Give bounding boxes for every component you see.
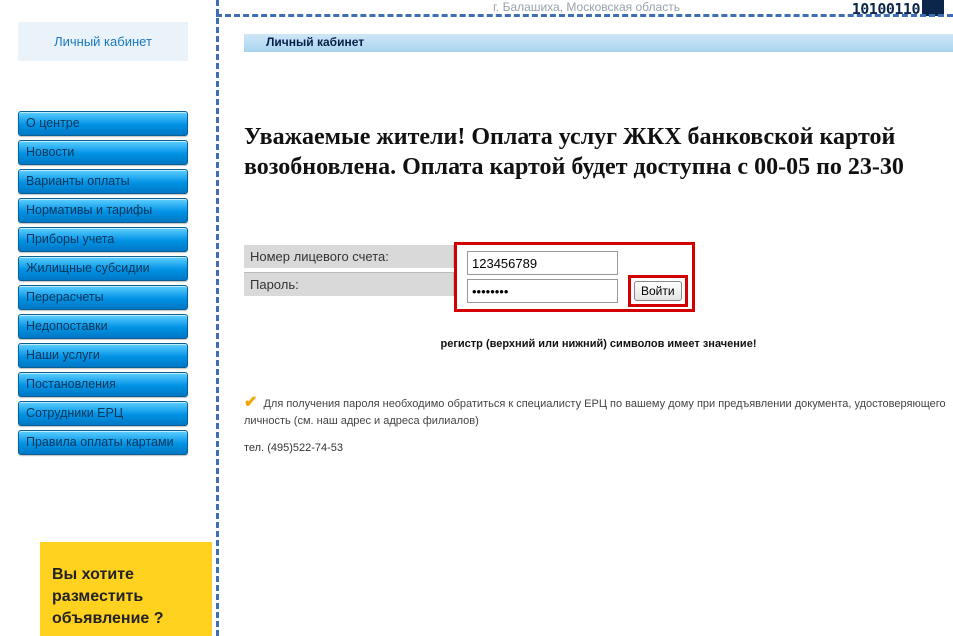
- sidebar-item-recalc[interactable]: Перерасчеты: [18, 285, 188, 310]
- ad-line: объявление ?: [52, 608, 200, 630]
- sidebar-item-news[interactable]: Новости: [18, 140, 188, 165]
- divider-horizontal: [216, 14, 953, 17]
- divider-vertical: [216, 0, 219, 636]
- sidebar-item-staff[interactable]: Сотрудники ЕРЦ: [18, 401, 188, 426]
- announcement-heading: Уважаемые жители! Оплата услуг ЖКХ банко…: [244, 122, 947, 182]
- login-highlight-box: Войти: [454, 242, 695, 312]
- ad-banner[interactable]: Вы хотите разместить объявление ?: [40, 542, 212, 636]
- password-label: Пароль:: [244, 272, 454, 296]
- login-button[interactable]: Войти: [634, 281, 682, 301]
- sidebar-item-shortage[interactable]: Недопоставки: [18, 314, 188, 339]
- sidebar-item-subsidies[interactable]: Жилищные субсидии: [18, 256, 188, 281]
- check-icon: ✔: [244, 394, 257, 411]
- login-button-highlight: Войти: [628, 275, 688, 307]
- phone-text: тел. (495)522-74-53: [244, 442, 953, 454]
- login-form: Номер лицевого счета: Пароль: Войти: [244, 242, 953, 312]
- ad-line: разместить: [52, 586, 200, 608]
- password-help-note: ✔ Для получения пароля необходимо обрати…: [244, 394, 953, 430]
- account-label: Номер лицевого счета:: [244, 245, 454, 268]
- sidebar-item-payment[interactable]: Варианты оплаты: [18, 169, 188, 194]
- sidebar-item-card-rules[interactable]: Правила оплаты картами: [18, 430, 188, 455]
- sidebar-item-tariffs[interactable]: Нормативы и тарифы: [18, 198, 188, 223]
- sidebar-item-meters[interactable]: Приборы учета: [18, 227, 188, 252]
- account-input[interactable]: [467, 251, 618, 275]
- ad-line: Вы хотите: [52, 564, 200, 586]
- section-stripe: Личный кабинет: [244, 34, 953, 52]
- sidebar-nav: О центре Новости Варианты оплаты Нормати…: [18, 111, 188, 455]
- case-sensitivity-note: регистр (верхний или нижний) символов им…: [244, 338, 953, 350]
- sidebar-item-services[interactable]: Наши услуги: [18, 343, 188, 368]
- section-title: Личный кабинет: [266, 35, 364, 49]
- password-input[interactable]: [467, 279, 618, 303]
- sidebar-title: Личный кабинет: [18, 22, 188, 61]
- sidebar-item-about[interactable]: О центре: [18, 111, 188, 136]
- sidebar-item-decrees[interactable]: Постановления: [18, 372, 188, 397]
- location-text: г. Балашиха, Московская область: [220, 0, 953, 14]
